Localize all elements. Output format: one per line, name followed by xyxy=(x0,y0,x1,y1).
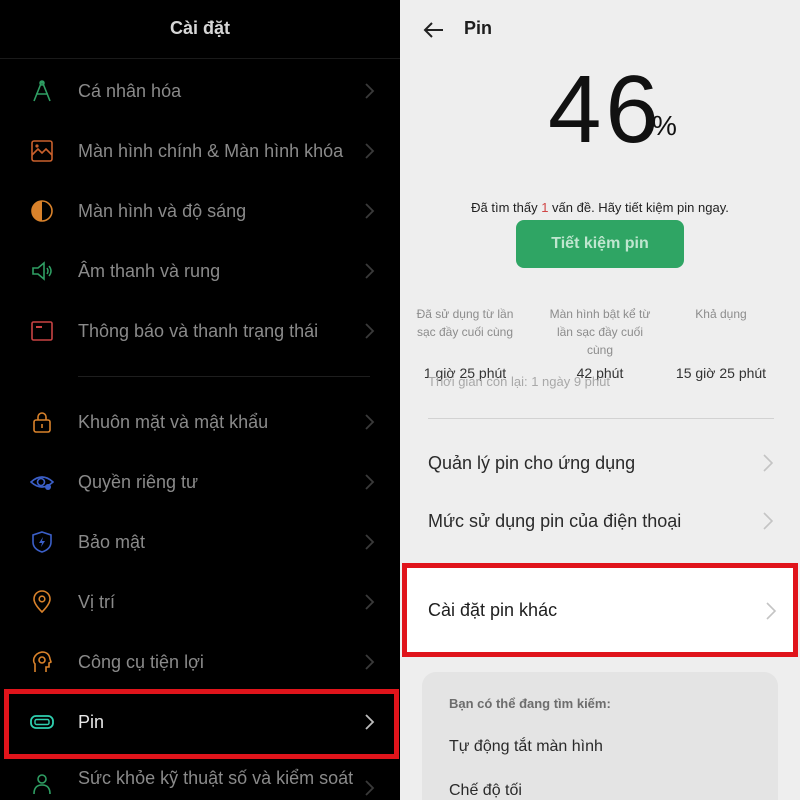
other-battery-settings[interactable]: Cài đặt pin khác xyxy=(402,563,798,657)
battery-panel: Pin 46 % Đã tìm thấy 1 vấn đề. Hãy tiết … xyxy=(400,0,800,800)
chevron-right-icon xyxy=(766,602,777,620)
chevron-right-icon xyxy=(365,83,375,99)
stat-available: Khả dụng 15 giờ 25 phút xyxy=(666,305,776,381)
personalize-icon xyxy=(33,80,51,102)
menu-label: Quản lý pin cho ứng dụng xyxy=(428,453,636,473)
settings-item-security[interactable]: Bảo mật xyxy=(0,512,400,572)
stat-caption: Màn hình bật kể từ lần sạc đầy cuối cùng xyxy=(549,307,651,357)
menu-label: Cài đặt pin khác xyxy=(428,600,558,620)
stat-used-since-charge: Đã sử dụng từ lần sạc đầy cuối cùng 1 gi… xyxy=(410,305,520,381)
chevron-right-icon xyxy=(365,654,375,670)
chevron-right-icon xyxy=(365,474,375,490)
suggested-item[interactable]: Chế độ tối xyxy=(449,782,522,800)
issue-prefix: Đã tìm thấy xyxy=(471,200,542,215)
header-divider xyxy=(0,58,400,59)
group-divider xyxy=(78,376,370,377)
menu-app-battery-management[interactable]: Quản lý pin cho ứng dụng xyxy=(400,434,800,492)
settings-item-notifications[interactable]: Thông báo và thanh trạng thái xyxy=(0,301,400,361)
settings-item-home-screen[interactable]: Màn hình chính & Màn hình khóa xyxy=(0,121,400,181)
settings-item-label: Thông báo và thanh trạng thái xyxy=(78,321,319,341)
menu-phone-battery-usage[interactable]: Mức sử dụng pin của điện thoại xyxy=(400,492,800,550)
stat-value: 15 giờ 25 phút xyxy=(675,365,767,381)
settings-item-label: Vị trí xyxy=(78,592,116,612)
privacy-eye-icon xyxy=(30,476,54,490)
chevron-right-icon xyxy=(365,414,375,430)
settings-item-wellbeing[interactable]: Sức khỏe kỹ thuật số và kiểm soát xyxy=(0,752,400,800)
wellbeing-icon xyxy=(33,774,51,795)
lock-icon xyxy=(33,412,51,433)
suggested-search-card: Bạn có thể đang tìm kiếm: Tự động tắt mà… xyxy=(422,672,778,800)
chevron-right-icon xyxy=(365,780,375,796)
stat-caption: Khả dụng xyxy=(695,307,747,321)
settings-item-label: Công cụ tiện lợi xyxy=(78,652,204,672)
suggested-heading: Bạn có thể đang tìm kiếm: xyxy=(449,696,611,711)
chevron-right-icon xyxy=(365,323,375,339)
save-battery-button[interactable]: Tiết kiệm pin xyxy=(516,220,684,268)
chevron-right-icon xyxy=(365,143,375,159)
settings-item-display[interactable]: Màn hình và độ sáng xyxy=(0,181,400,241)
settings-item-label: Màn hình và độ sáng xyxy=(78,201,247,221)
menu-label: Mức sử dụng pin của điện thoại xyxy=(428,511,682,531)
suggested-item[interactable]: Tự động tắt màn hình xyxy=(449,738,603,756)
tools-icon xyxy=(32,651,52,672)
section-divider xyxy=(428,418,774,419)
settings-item-label: Sức khỏe kỹ thuật số và kiểm soát xyxy=(78,768,354,788)
settings-item-face-password[interactable]: Khuôn mặt và mật khẩu xyxy=(0,392,400,452)
settings-item-personalize[interactable]: Cá nhân hóa xyxy=(0,61,400,121)
settings-item-sound[interactable]: Âm thanh và rung xyxy=(0,241,400,301)
chevron-right-icon xyxy=(365,203,375,219)
notification-icon xyxy=(31,321,53,341)
chevron-right-icon xyxy=(763,454,774,472)
settings-item-label: Âm thanh và rung xyxy=(78,261,221,281)
issue-message: Đã tìm thấy 1 vấn đề. Hãy tiết kiệm pin … xyxy=(400,200,800,215)
page-title: Pin xyxy=(464,18,493,38)
settings-panel: Cài đặt Cá nhân hóa Màn hình chính & Màn… xyxy=(0,0,400,800)
chevron-right-icon xyxy=(365,534,375,550)
battery-highlight-frame xyxy=(4,689,399,759)
sound-icon xyxy=(32,261,52,281)
chevron-right-icon xyxy=(365,263,375,279)
settings-item-privacy[interactable]: Quyền riêng tư xyxy=(0,452,400,512)
settings-item-tools[interactable]: Công cụ tiện lợi xyxy=(0,632,400,692)
stat-caption: Đã sử dụng từ lần sạc đầy cuối cùng xyxy=(416,307,514,339)
chevron-right-icon xyxy=(763,512,774,530)
stat-screen-on: Màn hình bật kể từ lần sạc đầy cuối cùng… xyxy=(545,305,655,381)
location-pin-icon xyxy=(33,590,51,614)
home-screen-icon xyxy=(31,140,53,162)
settings-item-label: Màn hình chính & Màn hình khóa xyxy=(78,141,344,161)
settings-item-label: Quyền riêng tư xyxy=(78,472,199,492)
security-shield-icon xyxy=(32,531,52,553)
settings-item-label: Cá nhân hóa xyxy=(78,81,182,101)
brightness-icon xyxy=(31,200,53,222)
remaining-time-ghost-text: Thời gian còn lại: 1 ngày 9 phút xyxy=(428,374,610,389)
back-arrow-icon[interactable] xyxy=(422,18,446,42)
settings-title: Cài đặt xyxy=(169,18,230,38)
battery-percent: 46 xyxy=(548,56,663,163)
settings-item-label: Khuôn mặt và mật khẩu xyxy=(78,412,269,432)
settings-item-label: Bảo mật xyxy=(78,532,146,552)
chevron-right-icon xyxy=(365,594,375,610)
percent-sign: % xyxy=(652,110,677,141)
settings-item-location[interactable]: Vị trí xyxy=(0,572,400,632)
issue-suffix: vấn đề. Hãy tiết kiệm pin ngay. xyxy=(548,200,729,215)
